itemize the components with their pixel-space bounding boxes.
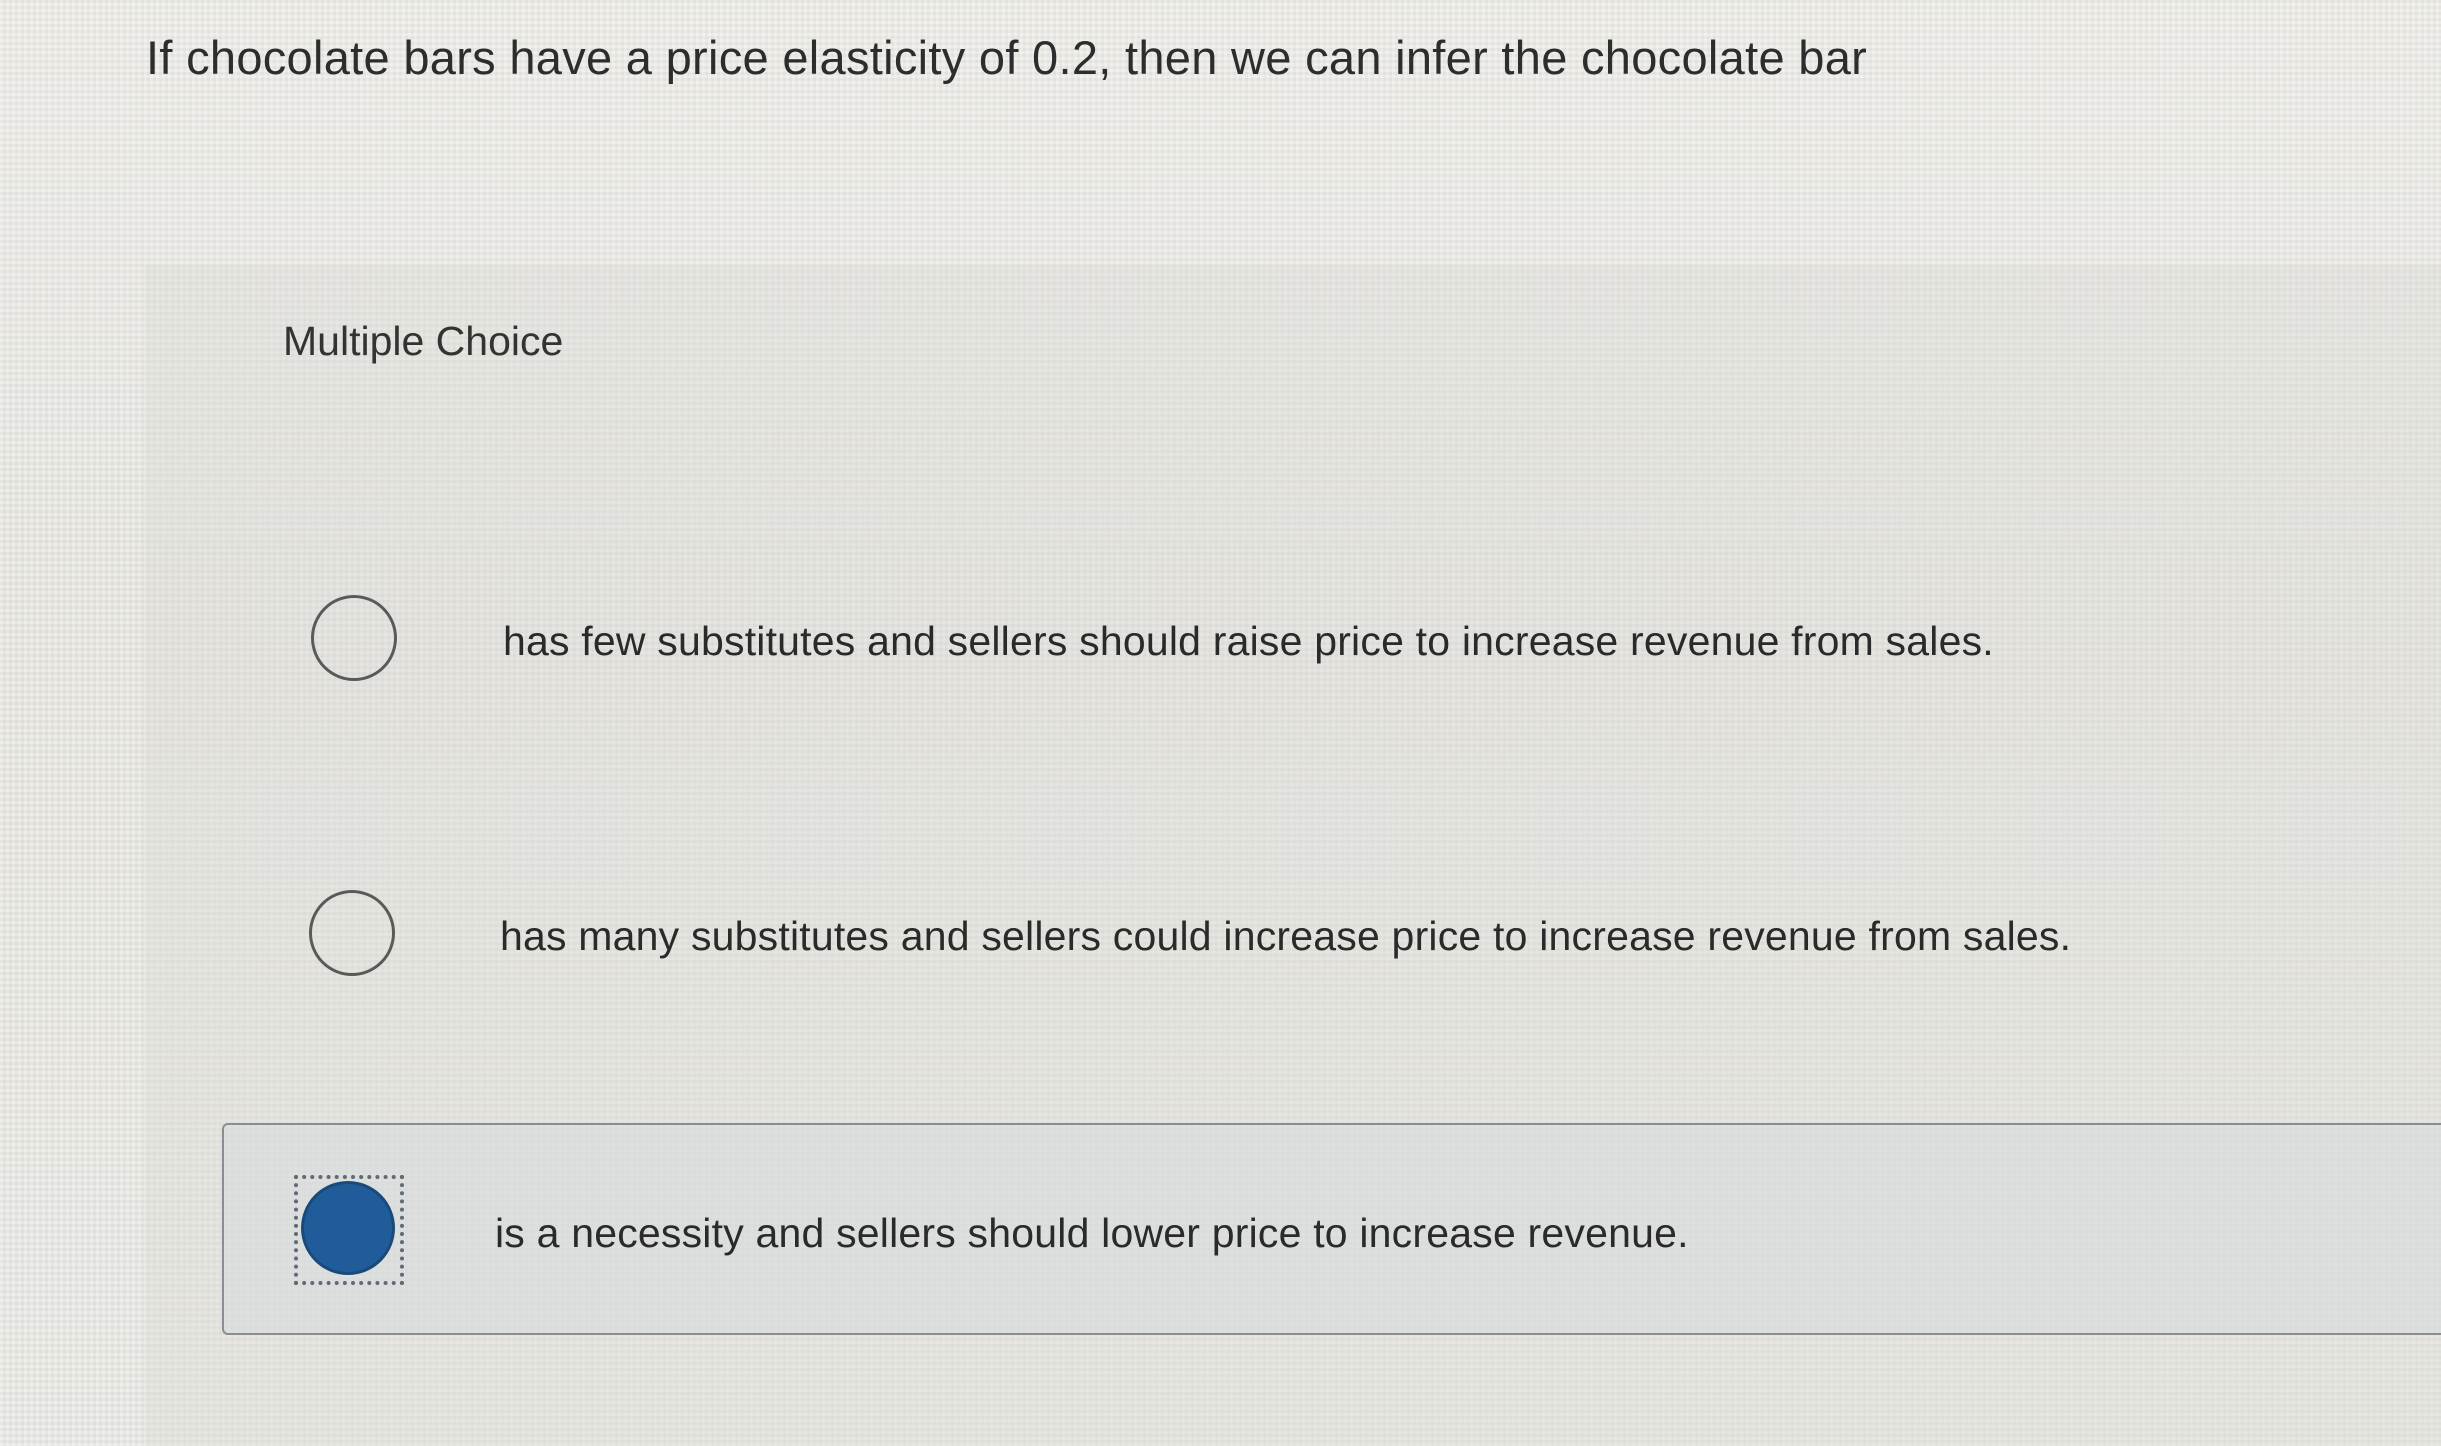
choice-label-3[interactable]: is a necessity and sellers should lower …	[495, 1210, 1689, 1257]
radio-button-option-1[interactable]	[311, 595, 397, 681]
choice-label-2[interactable]: has many substitutes and sellers could i…	[500, 913, 2071, 960]
multiple-choice-header: Multiple Choice	[283, 318, 564, 364]
radio-button-option-3-selected[interactable]	[301, 1181, 395, 1275]
choice-label-1[interactable]: has few substitutes and sellers should r…	[503, 618, 1994, 665]
question-text: If chocolate bars have a price elasticit…	[146, 31, 1868, 84]
radio-button-option-2[interactable]	[309, 890, 395, 976]
